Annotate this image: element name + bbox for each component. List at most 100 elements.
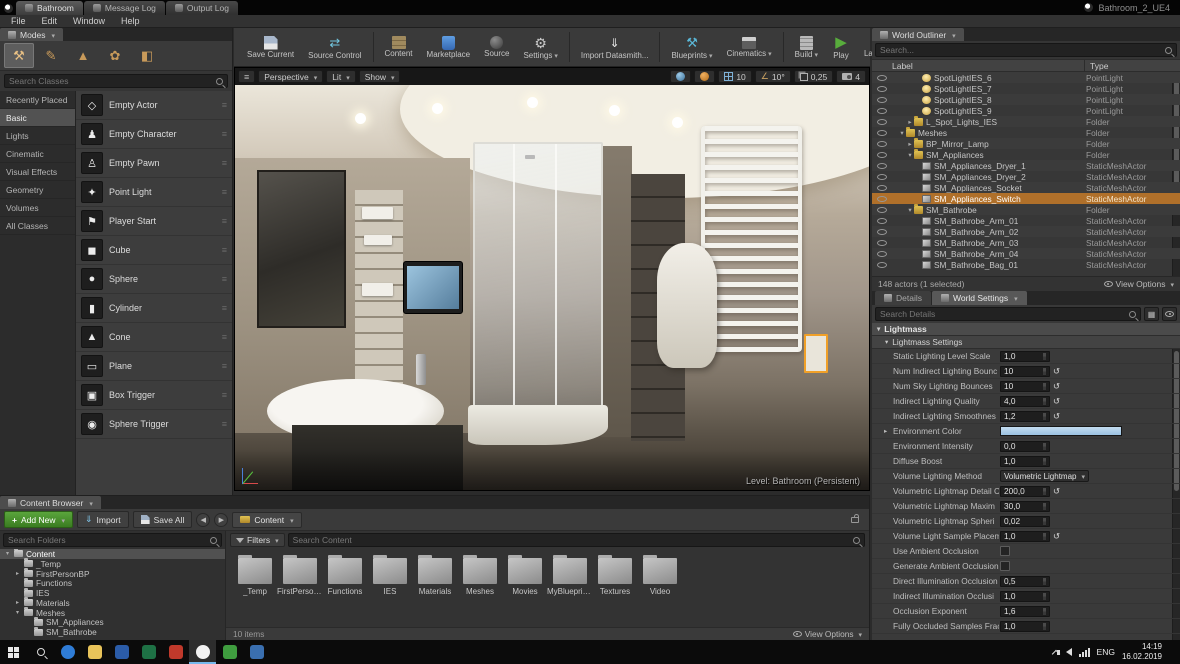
expand-arrow-icon[interactable]: ▸	[906, 118, 914, 126]
viewport-3d-scene[interactable]: Level: Bathroom (Persistent)	[235, 85, 869, 490]
tree-folder-functions[interactable]: Functions	[0, 578, 225, 588]
toolbar-marketplace-button[interactable]: Marketplace	[420, 30, 478, 65]
start-button[interactable]	[0, 640, 27, 664]
number-input[interactable]: 30,0	[1000, 501, 1050, 512]
app-green-icon[interactable]	[216, 640, 243, 664]
drag-grip-icon[interactable]: ≡	[222, 100, 227, 110]
placeable-empty-actor[interactable]: ◇ Empty Actor ≡	[76, 91, 232, 120]
content-folder-ies[interactable]: IES	[371, 554, 409, 627]
content-folder-textures[interactable]: Textures	[596, 554, 634, 627]
color-swatch[interactable]	[1000, 426, 1122, 436]
placeable-cone[interactable]: ▲ Cone ≡	[76, 323, 232, 352]
toolbar-cinematics-button[interactable]: Cinematics	[720, 30, 779, 65]
toolbar-play-button[interactable]: ▶ Play	[825, 30, 857, 65]
content-folder-movies[interactable]: Movies	[506, 554, 544, 627]
number-input[interactable]: 0,02	[1000, 516, 1050, 527]
content-folder-materials[interactable]: Materials	[416, 554, 454, 627]
visibility-eye-icon[interactable]	[877, 86, 887, 92]
app-blue-grid-icon[interactable]	[243, 640, 270, 664]
unreal-editor-icon[interactable]	[189, 640, 216, 664]
visibility-eye-icon[interactable]	[877, 218, 887, 224]
placeable-sphere-trigger[interactable]: ◉ Sphere Trigger ≡	[76, 410, 232, 439]
expand-arrow-icon[interactable]: ▸	[884, 427, 887, 435]
lock-icon[interactable]	[851, 517, 859, 523]
tab-details[interactable]: Details	[875, 291, 931, 305]
drag-grip-icon[interactable]: ≡	[222, 245, 227, 255]
outliner-row-sm-bathrobe-bag-01[interactable]: SM_Bathrobe_Bag_01 StaticMeshActor	[872, 259, 1180, 270]
visibility-eye-icon[interactable]	[877, 163, 887, 169]
search-content-input[interactable]	[293, 535, 850, 545]
content-folder-video[interactable]: Video	[641, 554, 679, 627]
folders-search[interactable]	[3, 533, 222, 547]
show-flags-button[interactable]: Show	[359, 70, 401, 83]
number-input[interactable]: 1,0	[1000, 531, 1050, 542]
outliner-row-sm-appliances[interactable]: ▾ SM_Appliances Folder	[872, 149, 1180, 160]
excel-icon[interactable]	[135, 640, 162, 664]
details-search[interactable]	[875, 307, 1141, 321]
visibility-eye-icon[interactable]	[877, 196, 887, 202]
drag-grip-icon[interactable]: ≡	[222, 419, 227, 429]
game-view-button[interactable]	[694, 70, 715, 83]
reset-to-default-icon[interactable]: ↺	[1053, 411, 1060, 422]
number-input[interactable]: 0,5	[1000, 576, 1050, 587]
window-tab-bathroom[interactable]: Bathroom	[16, 1, 83, 15]
outliner-row-spotlighties-9[interactable]: SpotLightIES_9 PointLight	[872, 105, 1180, 116]
placeable-point-light[interactable]: ✦ Point Light ≡	[76, 178, 232, 207]
place-mode-icon[interactable]: ⚒	[4, 43, 34, 68]
lightmass-section-header[interactable]: ▾ Lightmass	[872, 323, 1180, 336]
toolbar-import-datasmith-button[interactable]: ⇓ Import Datasmith...	[574, 30, 656, 65]
property-matrix-button[interactable]: ▦	[1144, 307, 1159, 321]
placeable-player-start[interactable]: ⚑ Player Start ≡	[76, 207, 232, 236]
category-all-classes[interactable]: All Classes	[0, 217, 75, 235]
word-icon[interactable]	[108, 640, 135, 664]
placeable-empty-character[interactable]: ♟ Empty Character ≡	[76, 120, 232, 149]
filters-button[interactable]: Filters	[230, 533, 285, 547]
drag-grip-icon[interactable]: ≡	[222, 187, 227, 197]
category-recently-placed[interactable]: Recently Placed	[0, 91, 75, 109]
number-input[interactable]: 200,0	[1000, 486, 1050, 497]
type-column-header[interactable]: Type	[1084, 60, 1108, 71]
number-input[interactable]: 1,0	[1000, 621, 1050, 632]
content-view-options-button[interactable]: View Options	[793, 629, 862, 639]
content-folder-functions[interactable]: Functions	[326, 554, 364, 627]
number-input[interactable]: 0,0	[1000, 441, 1050, 452]
search-folders-input[interactable]	[8, 535, 207, 545]
drag-grip-icon[interactable]: ≡	[222, 332, 227, 342]
modes-tab[interactable]: Modes	[0, 28, 63, 41]
lit-mode-button[interactable]: Lit	[326, 70, 356, 83]
foliage-mode-icon[interactable]: ✿	[100, 43, 130, 68]
language-indicator[interactable]: ENG	[1097, 647, 1115, 657]
placeable-plane[interactable]: ▭ Plane ≡	[76, 352, 232, 381]
content-folder-meshes[interactable]: Meshes	[461, 554, 499, 627]
lightmass-settings-subheader[interactable]: ▾ Lightmass Settings	[872, 336, 1180, 349]
camera-speed-control[interactable]: 4	[836, 70, 866, 83]
visibility-eye-icon[interactable]	[877, 75, 887, 81]
outliner-row-sm-appliances-dryer-1[interactable]: SM_Appliances_Dryer_1 StaticMeshActor	[872, 160, 1180, 171]
category-lights[interactable]: Lights	[0, 127, 75, 145]
outliner-row-sm-bathrobe-arm-03[interactable]: SM_Bathrobe_Arm_03 StaticMeshActor	[872, 237, 1180, 248]
tree-folder-materials[interactable]: ▸ Materials	[0, 598, 225, 608]
expand-arrow-icon[interactable]: ▾	[906, 151, 914, 159]
window-tab-output-log[interactable]: Output Log	[166, 1, 238, 15]
visibility-eye-icon[interactable]	[877, 207, 887, 213]
number-input[interactable]: 10	[1000, 381, 1050, 392]
reset-to-default-icon[interactable]: ↺	[1053, 531, 1060, 542]
number-input[interactable]: 1,2	[1000, 411, 1050, 422]
drag-grip-icon[interactable]: ≡	[222, 129, 227, 139]
landscape-mode-icon[interactable]: ▲	[68, 43, 98, 68]
visibility-eye-icon[interactable]	[877, 262, 887, 268]
tree-folder-sm-bathrobe[interactable]: SM_Bathrobe	[0, 627, 225, 637]
category-cinematic[interactable]: Cinematic	[0, 145, 75, 163]
add-new-button[interactable]: + Add New	[4, 511, 73, 528]
toolbar-build-button[interactable]: Build	[788, 30, 825, 65]
volume-icon[interactable]	[1066, 648, 1072, 656]
outliner-search-input[interactable]	[880, 45, 1162, 55]
placeable-sphere[interactable]: ● Sphere ≡	[76, 265, 232, 294]
drag-grip-icon[interactable]: ≡	[222, 158, 227, 168]
expand-arrow-icon[interactable]: ▸	[906, 140, 914, 148]
placeable-box-trigger[interactable]: ▣ Box Trigger ≡	[76, 381, 232, 410]
toolbar-source-control-button[interactable]: ⇄ Source Control	[301, 30, 368, 65]
menu-help[interactable]: Help	[113, 16, 148, 26]
expand-arrow-icon[interactable]: ▾	[906, 206, 914, 214]
drag-grip-icon[interactable]: ≡	[222, 361, 227, 371]
